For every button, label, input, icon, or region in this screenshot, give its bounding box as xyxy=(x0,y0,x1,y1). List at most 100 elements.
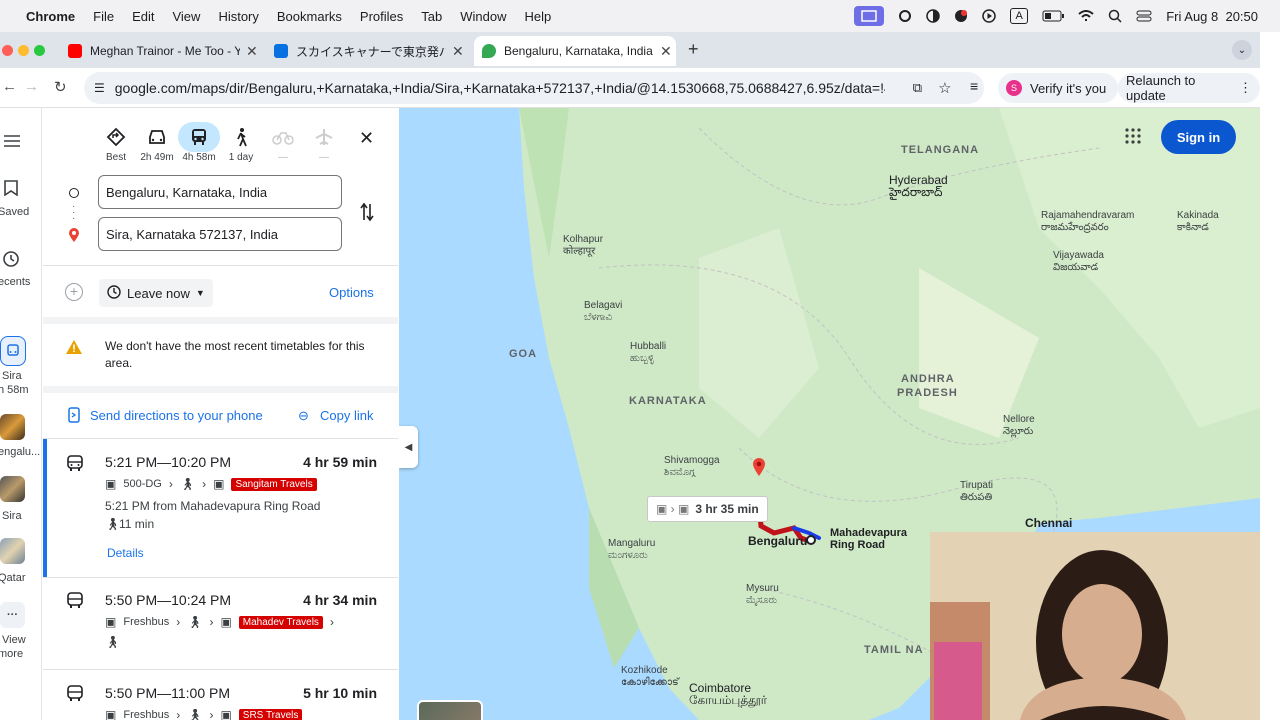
place-bengaluru[interactable]: Bengaluru xyxy=(748,535,807,547)
menu-view[interactable]: View xyxy=(163,9,209,24)
place-hubballi[interactable]: Hubballi ಹುಬ್ಬಳ್ಳಿ xyxy=(630,341,666,365)
more-vert-icon[interactable]: ⋮ xyxy=(1239,80,1252,96)
place-coimbatore[interactable]: Coimbatore கோயம்புத்தூர் xyxy=(689,682,767,706)
sign-in-button[interactable]: Sign in xyxy=(1161,120,1236,154)
close-window-button[interactable] xyxy=(2,45,13,56)
back-icon[interactable]: ← xyxy=(2,78,17,95)
hamburger-menu-icon[interactable] xyxy=(4,134,20,151)
collapse-panel-button[interactable]: ◀ xyxy=(399,426,418,468)
mode-flights[interactable]: — xyxy=(302,122,346,163)
history-icon[interactable] xyxy=(2,250,20,271)
close-icon[interactable]: ✕ xyxy=(452,43,464,60)
recents-label[interactable]: ecents xyxy=(0,276,40,288)
recent-sira-label[interactable]: Sira xyxy=(2,370,44,382)
trip-option-selected[interactable]: 5:21 PM—10:20 PM 4 hr 59 min ▣ 500-DG › … xyxy=(43,439,398,577)
recent-sira2-label[interactable]: Sira xyxy=(2,510,44,522)
menu-edit[interactable]: Edit xyxy=(123,9,163,24)
control-center-icon[interactable] xyxy=(1136,9,1152,23)
place-chennai[interactable]: Chennai xyxy=(1025,517,1072,529)
mode-cycling[interactable]: — xyxy=(261,122,305,163)
route-duration-callout[interactable]: ▣ › ▣ 3 hr 35 min xyxy=(647,496,768,522)
menu-window[interactable]: Window xyxy=(451,9,515,24)
mode-best[interactable]: Best xyxy=(94,122,138,163)
menu-tab[interactable]: Tab xyxy=(412,9,451,24)
options-link[interactable]: Options xyxy=(329,285,374,300)
place-mahadevapura[interactable]: Mahadevapura Ring Road xyxy=(830,527,907,551)
close-icon[interactable]: ✕ xyxy=(246,43,258,60)
menu-bookmarks[interactable]: Bookmarks xyxy=(268,9,351,24)
play-icon[interactable] xyxy=(982,9,996,23)
messenger-icon[interactable] xyxy=(954,9,968,23)
zoom-window-button[interactable] xyxy=(34,45,45,56)
reading-list-icon[interactable]: ≡ xyxy=(970,78,978,94)
destination-input[interactable]: Sira, Karnataka 572137, India xyxy=(98,217,342,251)
recent-qatar-label[interactable]: Qatar xyxy=(0,572,40,584)
send-directions-link[interactable]: Send directions to your phone xyxy=(90,408,263,423)
new-tab-icon[interactable]: + xyxy=(688,39,699,60)
menu-profiles[interactable]: Profiles xyxy=(351,9,412,24)
clock[interactable]: Fri Aug 8 20:50 xyxy=(1166,9,1258,24)
mode-driving[interactable]: 2h 49m xyxy=(135,122,179,163)
place-kakinada[interactable]: Kakinada కాకినాడ xyxy=(1177,210,1219,234)
bookmark-star-icon[interactable]: ☆ xyxy=(938,79,951,97)
recent-place-thumbnail[interactable] xyxy=(0,414,25,440)
mode-walking[interactable]: 1 day xyxy=(219,122,263,163)
recent-bengaluru-label[interactable]: engalu... xyxy=(0,446,40,458)
place-hyderabad[interactable]: Hyderabad హైదరాబాద్ xyxy=(889,174,948,198)
close-directions-icon[interactable]: ✕ xyxy=(359,128,374,149)
bookmark-icon[interactable] xyxy=(4,180,18,199)
place-kozhikode[interactable]: Kozhikode കോഴിക്കോട് xyxy=(621,665,679,689)
place-belagavi[interactable]: Belagavi ಬೆಳಗಾವಿ xyxy=(584,300,622,324)
place-mysuru[interactable]: Mysuru ಮೈಸೂರು xyxy=(746,583,779,607)
menu-app-chrome[interactable]: Chrome xyxy=(0,9,84,24)
place-shivamogga[interactable]: Shivamogga ಶಿವಮೊಗ್ಗ xyxy=(664,455,720,479)
wifi-icon[interactable] xyxy=(1078,10,1094,22)
tab-skyscanner[interactable]: スカイスキャナーで東京発バンコク ✕ xyxy=(266,36,471,66)
reload-icon[interactable]: ↻ xyxy=(54,78,67,96)
tab-youtube[interactable]: Meghan Trainor - Me Too - Yo ✕ xyxy=(60,36,260,66)
halfmoon-icon[interactable] xyxy=(926,9,940,23)
swap-icon[interactable] xyxy=(359,202,375,227)
menu-file[interactable]: File xyxy=(84,9,123,24)
verify-profile-button[interactable]: S Verify it's you xyxy=(998,73,1119,103)
menu-history[interactable]: History xyxy=(209,9,267,24)
install-app-icon[interactable]: ⧉ xyxy=(913,80,922,96)
minimize-window-button[interactable] xyxy=(18,45,29,56)
tab-search-icon[interactable]: ⌄ xyxy=(1232,40,1252,60)
screen-share-icon[interactable] xyxy=(854,6,885,26)
url-text[interactable]: google.com/maps/dir/Bengaluru,+Karnataka… xyxy=(115,80,885,96)
saved-label[interactable]: Saved xyxy=(0,206,40,218)
place-tirupati[interactable]: Tirupati తిరుపతి xyxy=(960,480,993,504)
place-nellore[interactable]: Nellore నెల్లూరు xyxy=(1003,414,1035,438)
trip-option[interactable]: 5:50 PM—11:00 PM 5 hr 10 min ▣ Freshbus … xyxy=(43,670,398,720)
gear-icon[interactable] xyxy=(898,9,912,23)
view-more-label-2[interactable]: more xyxy=(0,648,40,660)
details-link[interactable]: Details xyxy=(107,546,144,560)
more-horiz-icon[interactable]: ··· xyxy=(0,602,25,628)
add-stop-icon[interactable]: + xyxy=(65,283,83,301)
recent-place-thumbnail[interactable] xyxy=(0,476,25,502)
close-icon[interactable]: ✕ xyxy=(660,43,672,60)
search-icon[interactable] xyxy=(1108,9,1122,23)
mode-transit[interactable]: 4h 58m xyxy=(177,122,221,163)
view-more-label[interactable]: View xyxy=(2,634,44,646)
address-bar[interactable]: ☰ google.com/maps/dir/Bengaluru,+Karnata… xyxy=(84,72,984,104)
trip-option[interactable]: 5:50 PM—10:24 PM 4 hr 34 min ▣ Freshbus … xyxy=(43,578,398,668)
transit-recent-icon[interactable] xyxy=(0,336,26,366)
apps-grid-icon[interactable] xyxy=(1125,128,1141,149)
relaunch-button[interactable]: Relaunch to update ⋮ xyxy=(1118,73,1260,103)
recent-place-thumbnail[interactable] xyxy=(0,538,25,564)
place-rajamahendravaram[interactable]: Rajamahendravaram రాజమహేంద్రవరం xyxy=(1041,210,1134,234)
forward-icon[interactable]: → xyxy=(24,78,39,95)
copy-link-button[interactable]: Copy link xyxy=(320,408,373,423)
tab-google-maps[interactable]: Bengaluru, Karnataka, India to ✕ xyxy=(474,36,676,66)
menu-help[interactable]: Help xyxy=(516,9,561,24)
leave-now-dropdown[interactable]: Leave now ▼ xyxy=(99,279,213,307)
layers-thumbnail[interactable] xyxy=(417,700,483,720)
place-mangaluru[interactable]: Mangaluru ಮಂಗಳೂರು xyxy=(608,538,655,562)
place-vijayawada[interactable]: Vijayawada విజయవాడ xyxy=(1053,250,1104,274)
site-info-icon[interactable]: ☰ xyxy=(94,81,105,95)
input-source-icon[interactable]: A xyxy=(1010,8,1029,24)
origin-input[interactable]: Bengaluru, Karnataka, India xyxy=(98,175,342,209)
place-kolhapur[interactable]: Kolhapur कोल्हापूर xyxy=(563,234,603,258)
